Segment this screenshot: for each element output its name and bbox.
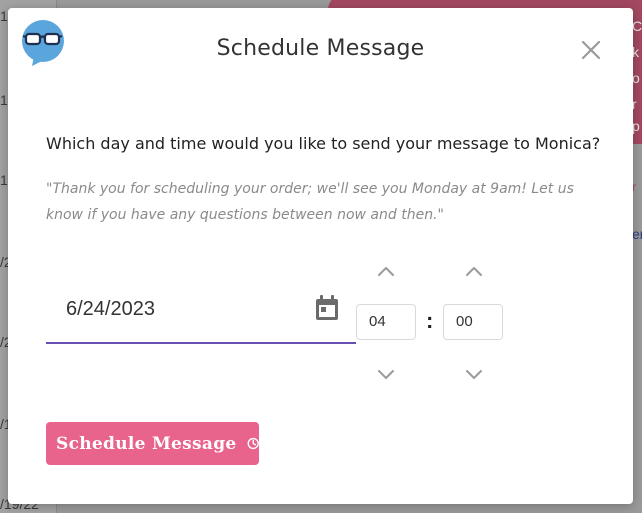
time-separator: : (426, 308, 434, 333)
date-input[interactable]: 6/24/2023 (46, 290, 356, 344)
minute-decrement-chevron-down-icon[interactable] (464, 368, 484, 382)
hour-increment-chevron-up-icon[interactable] (376, 264, 396, 278)
background-tick: 1 (0, 92, 8, 108)
background-link-fragment: er (632, 226, 642, 242)
dialog-title: Schedule Message (216, 36, 425, 61)
date-value: 6/24/2023 (66, 298, 155, 320)
background-snippet: k (632, 44, 639, 60)
close-icon[interactable] (579, 38, 603, 62)
schedule-message-button[interactable]: Schedule Message (46, 422, 259, 465)
clock-icon (247, 437, 259, 450)
background-tick: 1 (0, 8, 8, 24)
background-snippet: C (632, 18, 642, 34)
background-snippet: o (632, 70, 640, 86)
background-tick: 1 (0, 172, 8, 188)
minute-increment-chevron-up-icon[interactable] (464, 264, 484, 278)
calendar-icon[interactable] (314, 294, 340, 322)
hour-decrement-chevron-down-icon[interactable] (376, 368, 396, 382)
hour-input[interactable]: 04 (356, 304, 416, 340)
minute-input[interactable]: 00 (443, 304, 503, 340)
background-snippet: p (632, 118, 640, 134)
schedule-message-dialog: Schedule Message Which day and time woul… (8, 8, 633, 504)
schedule-question: Which day and time would you like to sen… (46, 134, 601, 153)
schedule-button-label: Schedule Message (56, 433, 237, 454)
message-preview: "Thank you for scheduling your order; we… (46, 181, 574, 223)
